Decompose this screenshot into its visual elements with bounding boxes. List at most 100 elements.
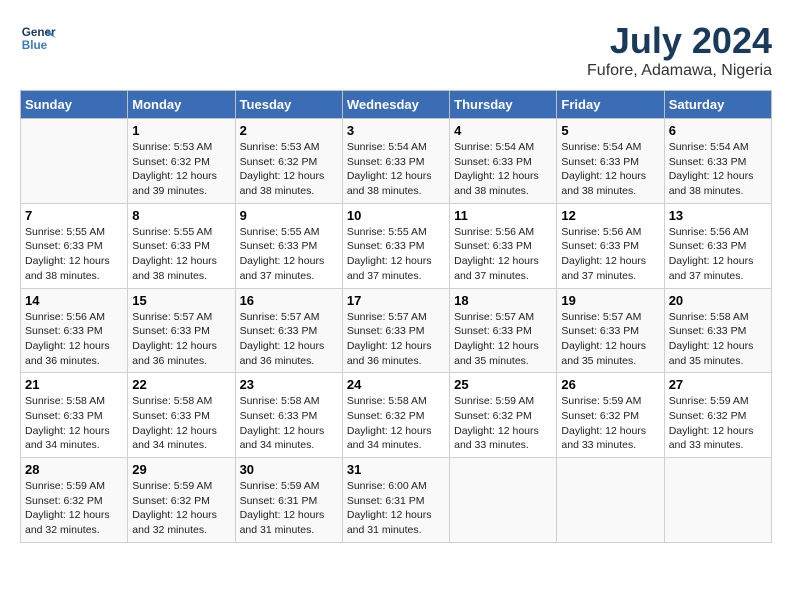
day-info: Sunrise: 5:53 AMSunset: 6:32 PMDaylight:…	[132, 140, 230, 199]
title-area: July 2024 Fufore, Adamawa, Nigeria	[587, 20, 772, 80]
day-number: 1	[132, 123, 230, 138]
header-friday: Friday	[557, 91, 664, 119]
day-info: Sunrise: 5:56 AMSunset: 6:33 PMDaylight:…	[25, 310, 123, 369]
day-info: Sunrise: 5:57 AMSunset: 6:33 PMDaylight:…	[561, 310, 659, 369]
day-cell	[664, 458, 771, 543]
day-cell: 4Sunrise: 5:54 AMSunset: 6:33 PMDaylight…	[450, 119, 557, 204]
day-info: Sunrise: 5:55 AMSunset: 6:33 PMDaylight:…	[347, 225, 445, 284]
day-cell: 14 Sunrise: 5:56 AMSunset: 6:33 PMDayligh…	[21, 288, 128, 373]
day-cell: 12 Sunrise: 5:56 AMSunset: 6:33 PMDayligh…	[557, 203, 664, 288]
day-cell: 3 Sunrise: 5:54 AMSunset: 6:33 PMDaylight…	[342, 119, 449, 204]
week-row-3: 14 Sunrise: 5:56 AMSunset: 6:33 PMDayligh…	[21, 288, 772, 373]
day-cell: 30Sunrise: 5:59 AMSunset: 6:31 PMDayligh…	[235, 458, 342, 543]
day-number: 9	[240, 208, 338, 223]
day-number: 2	[240, 123, 338, 138]
page-header: General Blue July 2024 Fufore, Adamawa, …	[20, 20, 772, 80]
day-cell: 10 Sunrise: 5:55 AMSunset: 6:33 PMDayligh…	[342, 203, 449, 288]
day-cell: 19 Sunrise: 5:57 AMSunset: 6:33 PMDayligh…	[557, 288, 664, 373]
day-info: Sunrise: 5:56 AMSunset: 6:33 PMDaylight:…	[454, 225, 552, 284]
day-cell: 8 Sunrise: 5:55 AMSunset: 6:33 PMDaylight…	[128, 203, 235, 288]
day-info: Sunrise: 5:59 AMSunset: 6:32 PMDaylight:…	[454, 394, 552, 453]
location-subtitle: Fufore, Adamawa, Nigeria	[587, 62, 772, 80]
svg-text:Blue: Blue	[22, 39, 48, 52]
day-number: 17	[347, 293, 445, 308]
day-number: 5	[561, 123, 659, 138]
day-info: Sunrise: 5:54 AMSunset: 6:33 PMDaylight:…	[347, 140, 445, 199]
day-cell: 31Sunrise: 6:00 AMSunset: 6:31 PMDayligh…	[342, 458, 449, 543]
week-row-4: 21Sunrise: 5:58 AMSunset: 6:33 PMDayligh…	[21, 373, 772, 458]
logo: General Blue	[20, 20, 56, 56]
day-number: 20	[669, 293, 767, 308]
day-info: Sunrise: 5:58 AMSunset: 6:33 PMDaylight:…	[132, 394, 230, 453]
calendar-header-row: SundayMondayTuesdayWednesdayThursdayFrid…	[21, 91, 772, 119]
day-info: Sunrise: 5:58 AMSunset: 6:33 PMDaylight:…	[240, 394, 338, 453]
day-info: Sunrise: 5:58 AMSunset: 6:33 PMDaylight:…	[25, 394, 123, 453]
month-year-title: July 2024	[587, 20, 772, 62]
day-info: Sunrise: 5:59 AMSunset: 6:32 PMDaylight:…	[132, 479, 230, 538]
day-cell: 28Sunrise: 5:59 AMSunset: 6:32 PMDayligh…	[21, 458, 128, 543]
day-number: 26	[561, 377, 659, 392]
day-cell: 2Sunrise: 5:53 AMSunset: 6:32 PMDaylight…	[235, 119, 342, 204]
day-cell: 16 Sunrise: 5:57 AMSunset: 6:33 PMDayligh…	[235, 288, 342, 373]
day-info: Sunrise: 5:56 AMSunset: 6:33 PMDaylight:…	[669, 225, 767, 284]
day-cell: 21Sunrise: 5:58 AMSunset: 6:33 PMDayligh…	[21, 373, 128, 458]
day-cell: 27Sunrise: 5:59 AMSunset: 6:32 PMDayligh…	[664, 373, 771, 458]
day-info: Sunrise: 5:54 AMSunset: 6:33 PMDaylight:…	[669, 140, 767, 199]
day-cell: 6 Sunrise: 5:54 AMSunset: 6:33 PMDaylight…	[664, 119, 771, 204]
day-cell: 9 Sunrise: 5:55 AMSunset: 6:33 PMDaylight…	[235, 203, 342, 288]
day-number: 15	[132, 293, 230, 308]
day-info: Sunrise: 5:58 AMSunset: 6:33 PMDaylight:…	[669, 310, 767, 369]
day-cell: 26 Sunrise: 5:59 AMSunset: 6:32 PMDayligh…	[557, 373, 664, 458]
week-row-2: 7Sunrise: 5:55 AMSunset: 6:33 PMDaylight…	[21, 203, 772, 288]
day-number: 25	[454, 377, 552, 392]
day-cell: 20 Sunrise: 5:58 AMSunset: 6:33 PMDayligh…	[664, 288, 771, 373]
calendar-table: SundayMondayTuesdayWednesdayThursdayFrid…	[20, 90, 772, 543]
day-info: Sunrise: 5:56 AMSunset: 6:33 PMDaylight:…	[561, 225, 659, 284]
day-info: Sunrise: 5:59 AMSunset: 6:32 PMDaylight:…	[561, 394, 659, 453]
day-cell: 11 Sunrise: 5:56 AMSunset: 6:33 PMDayligh…	[450, 203, 557, 288]
day-info: Sunrise: 5:57 AMSunset: 6:33 PMDaylight:…	[454, 310, 552, 369]
day-number: 10	[347, 208, 445, 223]
header-tuesday: Tuesday	[235, 91, 342, 119]
day-info: Sunrise: 5:58 AMSunset: 6:32 PMDaylight:…	[347, 394, 445, 453]
day-number: 30	[240, 462, 338, 477]
day-cell: 25 Sunrise: 5:59 AMSunset: 6:32 PMDayligh…	[450, 373, 557, 458]
day-info: Sunrise: 5:55 AMSunset: 6:33 PMDaylight:…	[240, 225, 338, 284]
day-number: 19	[561, 293, 659, 308]
day-number: 6	[669, 123, 767, 138]
header-wednesday: Wednesday	[342, 91, 449, 119]
day-cell: 29 Sunrise: 5:59 AMSunset: 6:32 PMDayligh…	[128, 458, 235, 543]
day-number: 12	[561, 208, 659, 223]
day-number: 23	[240, 377, 338, 392]
day-number: 29	[132, 462, 230, 477]
day-number: 18	[454, 293, 552, 308]
day-info: Sunrise: 5:54 AMSunset: 6:33 PMDaylight:…	[561, 140, 659, 199]
day-cell: 18 Sunrise: 5:57 AMSunset: 6:33 PMDayligh…	[450, 288, 557, 373]
week-row-1: 1 Sunrise: 5:53 AMSunset: 6:32 PMDaylight…	[21, 119, 772, 204]
day-number: 27	[669, 377, 767, 392]
header-saturday: Saturday	[664, 91, 771, 119]
week-row-5: 28Sunrise: 5:59 AMSunset: 6:32 PMDayligh…	[21, 458, 772, 543]
day-number: 14	[25, 293, 123, 308]
day-cell: 15Sunrise: 5:57 AMSunset: 6:33 PMDayligh…	[128, 288, 235, 373]
header-thursday: Thursday	[450, 91, 557, 119]
day-cell	[450, 458, 557, 543]
day-info: Sunrise: 5:54 AMSunset: 6:33 PMDaylight:…	[454, 140, 552, 199]
day-number: 16	[240, 293, 338, 308]
day-cell: 13Sunrise: 5:56 AMSunset: 6:33 PMDayligh…	[664, 203, 771, 288]
day-number: 8	[132, 208, 230, 223]
day-number: 11	[454, 208, 552, 223]
day-cell: 7Sunrise: 5:55 AMSunset: 6:33 PMDaylight…	[21, 203, 128, 288]
header-monday: Monday	[128, 91, 235, 119]
day-cell: 17Sunrise: 5:57 AMSunset: 6:33 PMDayligh…	[342, 288, 449, 373]
header-sunday: Sunday	[21, 91, 128, 119]
day-info: Sunrise: 5:55 AMSunset: 6:33 PMDaylight:…	[25, 225, 123, 284]
day-info: Sunrise: 5:57 AMSunset: 6:33 PMDaylight:…	[240, 310, 338, 369]
day-cell	[21, 119, 128, 204]
day-cell: 22Sunrise: 5:58 AMSunset: 6:33 PMDayligh…	[128, 373, 235, 458]
day-info: Sunrise: 5:59 AMSunset: 6:32 PMDaylight:…	[25, 479, 123, 538]
day-number: 31	[347, 462, 445, 477]
day-number: 3	[347, 123, 445, 138]
day-info: Sunrise: 5:55 AMSunset: 6:33 PMDaylight:…	[132, 225, 230, 284]
day-number: 24	[347, 377, 445, 392]
